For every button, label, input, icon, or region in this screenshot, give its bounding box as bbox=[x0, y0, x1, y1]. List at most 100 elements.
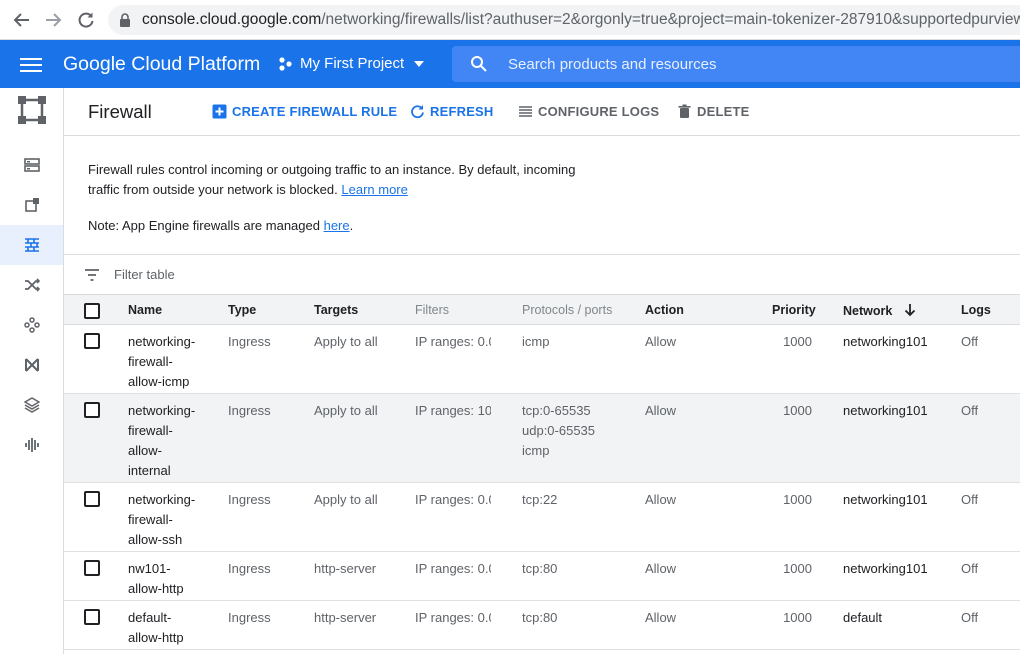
rule-name[interactable]: default-allow-http bbox=[128, 608, 184, 648]
row-checkbox[interactable] bbox=[84, 333, 100, 349]
rule-name[interactable]: networking-firewall-allow-internal bbox=[128, 401, 195, 481]
configure-logs-button[interactable]: CONFIGURE LOGS bbox=[518, 104, 659, 119]
trash-icon bbox=[678, 104, 691, 118]
create-label: CREATE FIREWALL RULE bbox=[232, 104, 398, 119]
rail-vpc-networks[interactable] bbox=[0, 145, 63, 185]
reload-button[interactable] bbox=[71, 5, 101, 35]
rule-name-line: allow-ssh bbox=[128, 532, 183, 547]
row-checkbox[interactable] bbox=[84, 491, 100, 507]
col-logs[interactable]: Logs bbox=[961, 303, 991, 317]
table-row[interactable]: networking-firewall-allow-ssh Ingress Appl… bbox=[64, 483, 1020, 552]
rule-name[interactable]: networking-firewall-allow-icmp bbox=[128, 332, 195, 392]
arrow-left-icon bbox=[13, 13, 29, 27]
rule-filters: IP ranges: 0.0.0.0/0 bbox=[415, 334, 491, 349]
rule-network[interactable]: default bbox=[843, 608, 882, 628]
rule-type: Ingress bbox=[228, 561, 271, 576]
col-network-label: Network bbox=[843, 304, 893, 318]
table-row[interactable]: networking-firewall-allow-internal Ingres… bbox=[64, 394, 1020, 483]
action-bar: Firewall CREATE FIREWALL RULE REFRESH CO… bbox=[64, 88, 1020, 136]
col-name[interactable]: Name bbox=[128, 303, 162, 317]
left-rail bbox=[0, 88, 64, 654]
rail-vpc-peering[interactable] bbox=[0, 305, 63, 345]
rule-logs: Off bbox=[961, 610, 979, 625]
shared-vpc-icon bbox=[24, 358, 39, 372]
project-selector[interactable]: My First Project bbox=[278, 55, 425, 72]
filter-input[interactable]: Filter table bbox=[114, 267, 175, 282]
col-priority[interactable]: Priority bbox=[772, 303, 816, 317]
info-text: Firewall rules control incoming or outgo… bbox=[88, 160, 608, 200]
rule-protocols-line: tcp:80 bbox=[522, 561, 558, 576]
rule-network[interactable]: networking101 bbox=[843, 559, 928, 579]
rule-name[interactable]: networking-firewall-allow-ssh bbox=[128, 490, 195, 550]
rule-priority: 1000 bbox=[783, 492, 812, 507]
gcp-header: Google Cloud Platform My First Project S… bbox=[0, 40, 1020, 88]
forward-button[interactable] bbox=[38, 5, 68, 35]
search-bar[interactable]: Search products and resources bbox=[452, 46, 1020, 82]
rail-serverless-access[interactable] bbox=[0, 385, 63, 425]
rule-protocols-line: icmp bbox=[522, 443, 550, 458]
filter-bar[interactable]: Filter table bbox=[64, 254, 1020, 294]
rule-name-line: firewall- bbox=[128, 423, 173, 438]
add-box-icon bbox=[212, 104, 227, 119]
url-host: console.cloud.google.com bbox=[142, 11, 322, 28]
rule-name-line: networking- bbox=[128, 334, 196, 349]
address-bar[interactable]: console.cloud.google.com/networking/fire… bbox=[108, 5, 1020, 35]
firewall-table: Name Type Targets Filters Protocols / po… bbox=[64, 294, 1020, 650]
rule-priority: 1000 bbox=[783, 334, 812, 349]
rule-logs: Off bbox=[961, 561, 979, 576]
rule-priority: 1000 bbox=[783, 561, 812, 576]
rule-name-line: internal bbox=[128, 463, 171, 478]
rule-name-line: firewall- bbox=[128, 354, 173, 369]
table-header: Name Type Targets Filters Protocols / po… bbox=[64, 294, 1020, 325]
rule-protocols-line: udp:0-65535 bbox=[522, 423, 596, 438]
rule-logs: Off bbox=[961, 492, 979, 507]
refresh-icon bbox=[411, 105, 424, 119]
rail-packet-mirroring[interactable] bbox=[0, 425, 63, 465]
select-all-checkbox[interactable] bbox=[84, 303, 100, 319]
table-row[interactable]: default-allow-http Ingress http-server IP r… bbox=[64, 601, 1020, 650]
rule-protocols: icmp bbox=[522, 332, 549, 352]
refresh-button[interactable]: REFRESH bbox=[410, 104, 494, 119]
page-title: Firewall bbox=[88, 101, 152, 122]
rule-network[interactable]: networking101 bbox=[843, 332, 928, 352]
rule-action: Allow bbox=[645, 492, 677, 507]
row-checkbox[interactable] bbox=[84, 402, 100, 418]
rule-protocols-line: tcp:80 bbox=[522, 610, 558, 625]
search-input[interactable]: Search products and resources bbox=[508, 56, 716, 73]
rule-name-line: firewall- bbox=[128, 512, 173, 527]
note-suffix: . bbox=[349, 218, 354, 233]
firewall-icon bbox=[24, 238, 39, 252]
table-row[interactable]: networking-firewall-allow-icmp Ingress App… bbox=[64, 325, 1020, 394]
rule-logs: Off bbox=[961, 334, 979, 349]
learn-more-link[interactable]: Learn more bbox=[341, 182, 407, 197]
rail-firewall[interactable] bbox=[0, 225, 63, 265]
rule-filters: IP ranges: 10.0.0.0/8 bbox=[415, 403, 491, 418]
rule-name-line: allow-icmp bbox=[128, 374, 190, 389]
col-targets[interactable]: Targets bbox=[314, 303, 358, 317]
external-ip-icon bbox=[24, 198, 39, 212]
table-row[interactable]: nw101- allow-http Ingress http-server IP ran… bbox=[64, 552, 1020, 601]
delete-button[interactable]: DELETE bbox=[677, 104, 749, 119]
rule-name[interactable]: nw101- allow-http bbox=[128, 559, 184, 599]
peering-icon bbox=[23, 317, 40, 333]
serverless-icon bbox=[23, 397, 40, 413]
vpc-network-logo-icon bbox=[18, 96, 46, 124]
rail-shared-vpc[interactable] bbox=[0, 345, 63, 385]
brand-title[interactable]: Google Cloud Platform bbox=[63, 53, 260, 76]
url-path: /networking/firewalls/list?authuser=2&or… bbox=[321, 11, 1020, 28]
search-icon bbox=[471, 56, 487, 72]
rule-name-line: networking- bbox=[128, 403, 196, 418]
rule-network[interactable]: networking101 bbox=[843, 401, 928, 421]
col-network[interactable]: Network bbox=[843, 303, 916, 318]
back-button[interactable] bbox=[7, 5, 37, 35]
rail-external-ip[interactable] bbox=[0, 185, 63, 225]
here-link[interactable]: here bbox=[324, 218, 350, 233]
col-type[interactable]: Type bbox=[228, 303, 256, 317]
rule-network[interactable]: networking101 bbox=[843, 490, 928, 510]
row-checkbox[interactable] bbox=[84, 560, 100, 576]
row-checkbox[interactable] bbox=[84, 609, 100, 625]
create-firewall-rule-button[interactable]: CREATE FIREWALL RULE bbox=[212, 104, 397, 119]
rail-routes[interactable] bbox=[0, 265, 63, 305]
col-action[interactable]: Action bbox=[645, 303, 684, 317]
menu-icon[interactable] bbox=[20, 54, 42, 74]
